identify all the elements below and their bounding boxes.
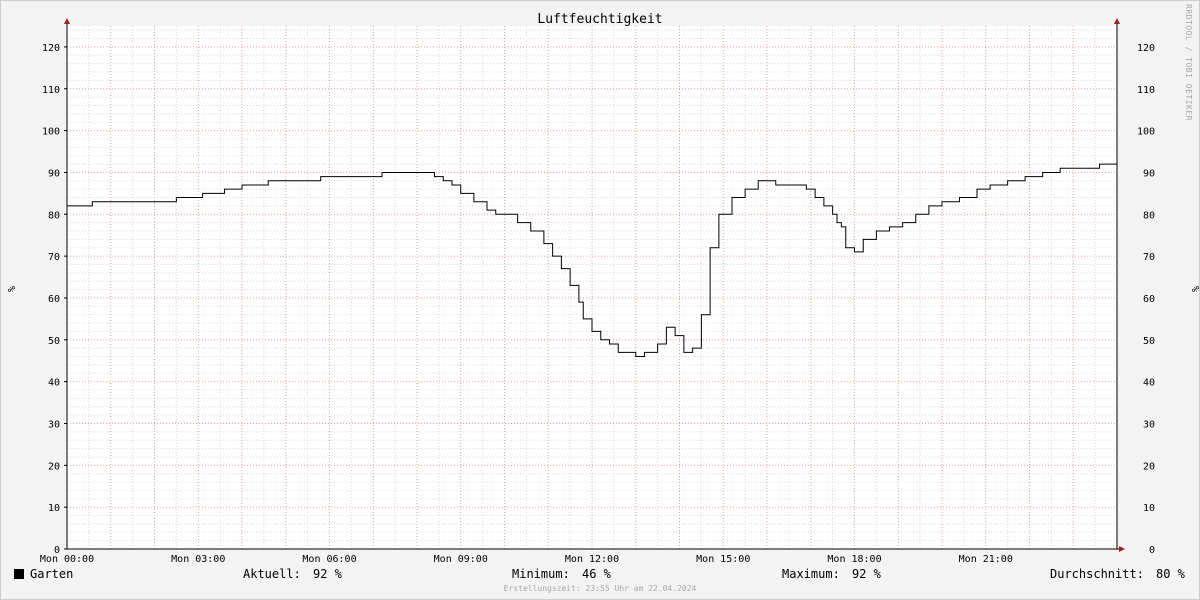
y-tick-label-right: 80 bbox=[1143, 210, 1155, 221]
y-tick-label-right: 70 bbox=[1143, 252, 1155, 263]
y-tick-label-right: 100 bbox=[1137, 127, 1155, 138]
y-tick-label-left: 60 bbox=[48, 294, 60, 305]
y-tick-label-right: 110 bbox=[1137, 85, 1155, 96]
y-tick-label-left: 100 bbox=[42, 127, 60, 138]
y-tick-label-right: 40 bbox=[1143, 378, 1155, 389]
y-tick-label-right: 50 bbox=[1143, 336, 1155, 347]
y-tick-label-left: 80 bbox=[48, 210, 60, 221]
legend-series-name: Garten bbox=[30, 567, 74, 581]
y-tick-label-right: 10 bbox=[1143, 503, 1155, 514]
x-tick-label: Mon 18:00 bbox=[827, 554, 881, 565]
legend-swatch bbox=[14, 569, 24, 579]
y-tick-label-right: 0 bbox=[1149, 545, 1155, 556]
legend-max-value: 92 % bbox=[852, 567, 881, 581]
legend-min-value: 46 % bbox=[582, 567, 611, 581]
x-axis-arrow bbox=[1119, 546, 1125, 552]
y-tick-label-left: 50 bbox=[48, 336, 60, 347]
x-tick-label: Mon 06:00 bbox=[302, 554, 356, 565]
legend-avg-label: Durchschnitt: bbox=[1050, 567, 1144, 581]
y-tick-label-right: 30 bbox=[1143, 419, 1155, 430]
x-tick-label: Mon 03:00 bbox=[171, 554, 225, 565]
x-tick-label: Mon 00:00 bbox=[40, 554, 94, 565]
legend-current-value: 92 % bbox=[313, 567, 342, 581]
y-tick-label-left: 40 bbox=[48, 378, 60, 389]
x-tick-label: Mon 12:00 bbox=[565, 554, 619, 565]
y-axis-arrow-right bbox=[1114, 18, 1120, 24]
y-tick-label-left: 120 bbox=[42, 43, 60, 54]
y-tick-label-right: 120 bbox=[1137, 43, 1155, 54]
y-axis-label-right: % bbox=[1189, 286, 1200, 292]
y-tick-label-left: 10 bbox=[48, 503, 60, 514]
y-axis-arrow-left bbox=[64, 18, 70, 24]
legend-min-label: Minimum: bbox=[512, 567, 570, 581]
legend-max-label: Maximum: bbox=[782, 567, 840, 581]
y-tick-label-right: 60 bbox=[1143, 294, 1155, 305]
y-tick-label-left: 30 bbox=[48, 419, 60, 430]
y-axis-label-left: % bbox=[5, 286, 16, 292]
chart-canvas: Luftfeuchtigkeit % % 0 010 1020 2030 3040 405… bbox=[5, 12, 1200, 565]
y-tick-label-left: 110 bbox=[42, 85, 60, 96]
legend: Garten Aktuell: 92 % Minimum: 46 % Maxim… bbox=[0, 566, 1200, 584]
x-tick-label: Mon 21:00 bbox=[959, 554, 1013, 565]
legend-avg-value: 80 % bbox=[1156, 567, 1185, 581]
footer-timestamp: Erstellungszeit: 23:55 Uhr am 22.04.2024 bbox=[503, 584, 697, 593]
y-tick-label-left: 90 bbox=[48, 168, 60, 179]
x-tick-label: Mon 15:00 bbox=[696, 554, 750, 565]
y-tick-label-left: 70 bbox=[48, 252, 60, 263]
y-tick-label-right: 90 bbox=[1143, 168, 1155, 179]
x-tick-label: Mon 09:00 bbox=[434, 554, 488, 565]
credit-text: RRDTOOL / TOBI OETIKER bbox=[1184, 4, 1193, 121]
plot-area: 0 010 1020 2030 3040 4050 5060 6070 7080 8090 9010… bbox=[40, 18, 1155, 565]
chart-title: Luftfeuchtigkeit bbox=[537, 12, 662, 27]
y-tick-label-left: 20 bbox=[48, 461, 60, 472]
legend-current-label: Aktuell: bbox=[243, 567, 301, 581]
y-tick-label-right: 20 bbox=[1143, 461, 1155, 472]
